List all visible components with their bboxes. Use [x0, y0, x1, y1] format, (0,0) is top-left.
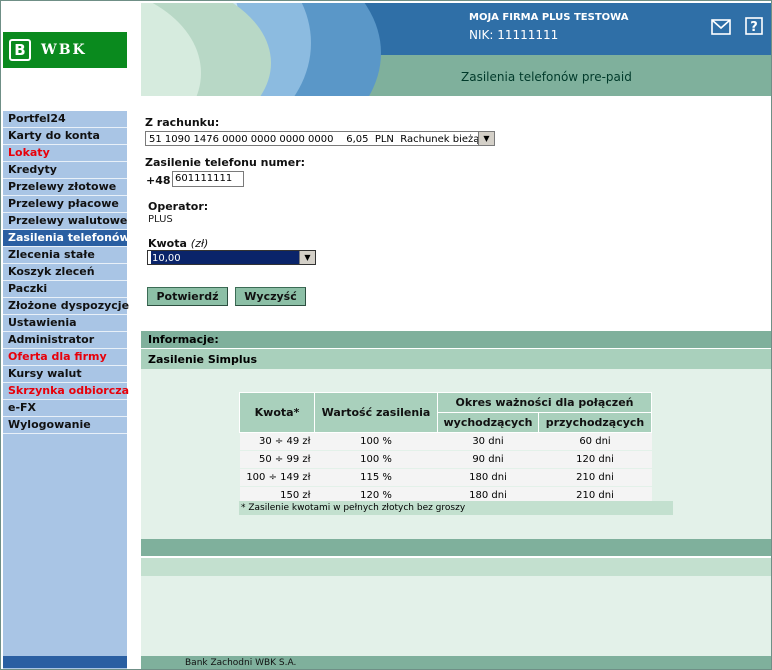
company-name: MOJA FIRMA PLUS TESTOWA: [469, 12, 629, 23]
sidebar-item-ustawienia[interactable]: Ustawienia: [3, 315, 127, 332]
amount-select[interactable]: 10,00 ▼: [147, 250, 316, 265]
col-amount-header: Kwota*: [239, 392, 315, 433]
col-validity-header: Okres ważności dla połączeń: [437, 392, 652, 413]
sidebar-item-e-fx[interactable]: e-FX: [3, 400, 127, 417]
cell-amount: 30 ÷ 49 zł: [239, 432, 315, 451]
cell-value: 115 %: [314, 468, 438, 487]
account-select-value: 51 1090 1476 0000 0000 0000 0000 6,05 PL…: [149, 134, 491, 145]
sidebar-item-portfel24[interactable]: Portfel24: [3, 111, 127, 128]
amount-select-value: 10,00: [151, 251, 299, 264]
app-window: B WBK MOJA FIRMA PLUS TESTOWA NIK: 11111…: [0, 0, 772, 670]
cell-outgoing: 180 dni: [437, 468, 539, 487]
operator-label: Operator:: [148, 200, 209, 213]
info-heading: Informacje:: [148, 333, 219, 346]
phone-prefix: +48: [146, 174, 171, 187]
cell-amount: 100 ÷ 149 zł: [239, 468, 315, 487]
topup-table: Kwota* Wartość zasilenia Okres ważności …: [239, 392, 652, 505]
sidebar-item-zasilenia-telefonow[interactable]: Zasilenia telefonów: [3, 230, 130, 247]
amount-label: Kwota (zł): [148, 237, 208, 250]
sidebar-footer-bar: [3, 656, 127, 668]
cell-incoming: 120 dni: [538, 450, 652, 469]
mail-icon[interactable]: [711, 19, 731, 35]
header-banner: MOJA FIRMA PLUS TESTOWA NIK: 11111111 Za…: [141, 3, 771, 96]
page-title: Zasilenia telefonów pre-paid: [461, 70, 632, 84]
sidebar-item-kursy-walut[interactable]: Kursy walut: [3, 366, 127, 383]
logo-mark: B: [9, 39, 31, 61]
sidebar-item-zlozone-dyspozycje[interactable]: Złożone dyspozycje: [3, 298, 129, 315]
sidebar-item-wylogowanie[interactable]: Wylogowanie: [3, 417, 127, 434]
account-select[interactable]: 51 1090 1476 0000 0000 0000 0000 6,05 PL…: [145, 131, 495, 146]
logo-text: WBK: [41, 42, 87, 58]
sidebar-item-zlecenia-stale[interactable]: Zlecenia stałe: [3, 247, 127, 264]
info-subheading: Zasilenie Simplus: [148, 353, 258, 366]
sidebar-item-skrzynka-odbiorcza[interactable]: Skrzynka odbiorcza: [3, 383, 129, 400]
chevron-down-icon[interactable]: ▼: [299, 251, 315, 264]
sidebar-nav: Portfel24 Karty do konta Lokaty Kredyty …: [3, 111, 130, 669]
help-icon[interactable]: ?: [745, 17, 763, 35]
account-label: Z rachunku:: [145, 116, 220, 129]
cell-amount: 50 ÷ 99 zł: [239, 450, 315, 469]
cell-incoming: 60 dni: [538, 432, 652, 451]
table-row: 100 ÷ 149 zł 115 % 180 dni 210 dni: [239, 468, 652, 487]
sidebar-item-kredyty[interactable]: Kredyty: [3, 162, 127, 179]
col-outgoing-header: wychodzących: [437, 412, 539, 433]
info-header-bar: Informacje:: [141, 331, 771, 348]
info-subheader-bar: Zasilenie Simplus: [141, 349, 771, 369]
table-row: 50 ÷ 99 zł 100 % 90 dni 120 dni: [239, 450, 652, 469]
cell-value: 100 %: [314, 450, 438, 469]
cell-outgoing: 30 dni: [437, 432, 539, 451]
table-row: 30 ÷ 49 zł 100 % 30 dni 60 dni: [239, 432, 652, 451]
sidebar-item-przelewy-zlotowe[interactable]: Przelewy złotowe: [3, 179, 127, 196]
sidebar-item-paczki[interactable]: Paczki: [3, 281, 127, 298]
footer-text: Bank Zachodni WBK S.A.: [185, 658, 297, 668]
section-divider-dark: [141, 539, 771, 556]
phone-label: Zasilenie telefonu numer:: [145, 156, 306, 169]
sidebar-item-koszyk-zlecen[interactable]: Koszyk zleceń: [3, 264, 127, 281]
section-divider-light: [141, 558, 771, 576]
cell-incoming: 210 dni: [538, 468, 652, 487]
cell-outgoing: 90 dni: [437, 450, 539, 469]
amount-unit: (zł): [190, 237, 209, 250]
sidebar-item-przelewy-walutowe[interactable]: Przelewy walutowe: [3, 213, 127, 230]
sidebar-item-oferta-dla-firmy[interactable]: Oferta dla firmy: [3, 349, 127, 366]
sidebar-item-karty[interactable]: Karty do konta: [3, 128, 127, 145]
amount-label-text: Kwota: [148, 237, 187, 250]
table-footnote: * Zasilenie kwotami w pełnych złotych be…: [239, 501, 673, 515]
company-nik: NIK: 11111111: [469, 28, 559, 42]
confirm-button[interactable]: Potwierdź: [147, 287, 228, 306]
col-value-header: Wartość zasilenia: [314, 392, 438, 433]
svg-text:?: ?: [750, 20, 758, 35]
sidebar-item-przelewy-placowe[interactable]: Przelewy płacowe: [3, 196, 127, 213]
sidebar-item-administrator[interactable]: Administrator: [3, 332, 127, 349]
sidebar-item-lokaty[interactable]: Lokaty: [3, 145, 127, 162]
operator-value: PLUS: [148, 214, 173, 225]
chevron-down-icon[interactable]: ▼: [478, 132, 494, 145]
col-incoming-header: przychodzących: [538, 412, 652, 433]
bank-logo[interactable]: B WBK: [3, 32, 127, 68]
phone-number-input[interactable]: 601111111: [172, 171, 244, 187]
cell-value: 100 %: [314, 432, 438, 451]
empty-panel: [141, 576, 771, 656]
clear-button[interactable]: Wyczyść: [235, 287, 306, 306]
